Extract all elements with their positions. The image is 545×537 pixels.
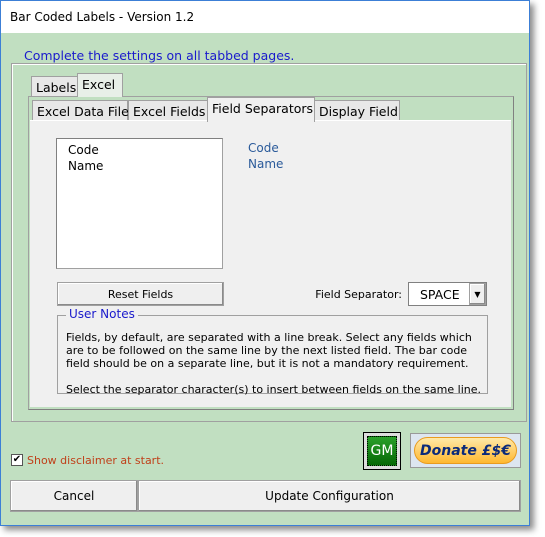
main-group-label: Complete the settings on all tabbed page… — [21, 48, 298, 63]
field-separator-combo[interactable]: SPACE ▼ — [408, 282, 487, 306]
reset-fields-button[interactable]: Reset Fields — [57, 282, 224, 306]
tab-excel-data-file[interactable]: Excel Data File — [32, 100, 129, 121]
field-listbox[interactable]: Code Name — [56, 138, 223, 269]
preview-line: Name — [248, 157, 284, 171]
donate-logo: Donate £$€ — [414, 437, 517, 464]
list-item[interactable]: Code — [68, 142, 222, 158]
window-title: Bar Coded Labels - Version 1.2 — [10, 10, 195, 24]
user-notes-label: User Notes — [66, 307, 138, 321]
gm-button[interactable]: GM — [363, 432, 401, 470]
tab-display-field[interactable]: Display Field — [314, 100, 400, 121]
gm-logo: GM — [367, 436, 397, 466]
field-separator-label: Field Separator: — [315, 288, 402, 301]
donate-button[interactable]: Donate £$€ — [410, 433, 521, 468]
tab-field-separators[interactable]: Field Separators — [207, 97, 315, 122]
field-separator-value: SPACE — [420, 287, 460, 302]
disclaimer-label[interactable]: Show disclaimer at start. — [27, 454, 164, 467]
tab-excel[interactable]: Excel — [77, 73, 123, 97]
cancel-button[interactable]: Cancel — [10, 480, 138, 512]
user-notes-group: Fields, by default, are separated with a… — [57, 315, 488, 396]
user-notes-text: Fields, by default, are separated with a… — [66, 331, 481, 396]
list-item[interactable]: Name — [68, 158, 222, 174]
user-notes-paragraph-1: Fields, by default, are separated with a… — [66, 331, 472, 370]
tab-labels[interactable]: Labels — [31, 76, 78, 97]
update-configuration-button[interactable]: Update Configuration — [138, 480, 521, 512]
user-notes-paragraph-2: Select the separator character(s) to ins… — [66, 383, 481, 396]
tab-excel-fields[interactable]: Excel Fields — [128, 100, 208, 121]
disclaimer-checkbox[interactable]: ✔ — [11, 454, 23, 466]
field-separators-page: Code Name Code Name Reset Fields Field S… — [30, 120, 511, 407]
title-bar: Bar Coded Labels - Version 1.2 — [1, 1, 529, 33]
preview-line: Code — [248, 141, 279, 155]
dialog-window: Bar Coded Labels - Version 1.2 Complete … — [0, 0, 530, 526]
chevron-down-icon[interactable]: ▼ — [469, 283, 486, 305]
separator-preview: Code Name — [248, 140, 283, 172]
excel-tab-page: Excel Data File Excel Fields Field Separ… — [28, 96, 514, 410]
